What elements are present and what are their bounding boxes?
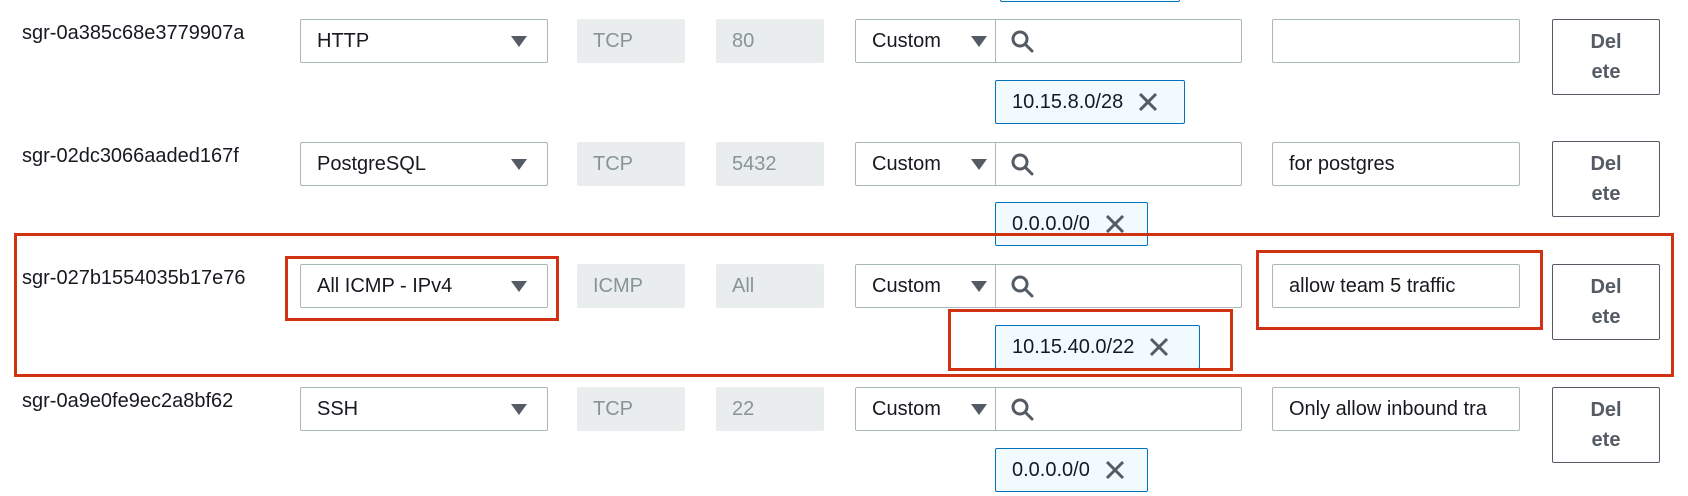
port-range-field: 80 (716, 19, 824, 63)
source-type-value: Custom (872, 397, 941, 420)
source-search-input[interactable] (995, 142, 1242, 186)
highlight-type-box (285, 256, 559, 321)
chevron-down-icon (971, 35, 987, 47)
source-token: 0.0.0.0/0 (995, 448, 1148, 492)
source-type-select[interactable]: Custom (855, 19, 995, 63)
delete-label-line2: ete (1591, 183, 1621, 205)
source-type-select[interactable]: Custom (855, 142, 995, 186)
protocol-field: TCP (577, 142, 685, 186)
source-type-value: Custom (872, 152, 941, 175)
close-icon[interactable] (1137, 91, 1159, 113)
delete-label-line2: ete (1591, 61, 1621, 83)
chevron-down-icon (511, 403, 527, 415)
description-input[interactable]: Only allow inbound tra (1272, 387, 1520, 431)
description-input[interactable]: for postgres (1272, 142, 1520, 186)
delete-label-line1: Del (1590, 399, 1622, 421)
delete-label-line1: Del (1590, 153, 1622, 175)
source-token-label: 0.0.0.0/0 (1012, 458, 1090, 481)
description-input[interactable] (1272, 19, 1520, 63)
rule-id: sgr-02dc3066aaded167f (22, 145, 239, 167)
chevron-down-icon (511, 35, 527, 47)
source-type-select[interactable]: Custom (855, 387, 995, 431)
port-range-field: 22 (716, 387, 824, 431)
rule-id: sgr-0a385c68e3779907a (22, 22, 245, 44)
source-token-partial (1000, 0, 1180, 2)
source-token: 10.15.8.0/28 (995, 80, 1185, 124)
type-select[interactable]: PostgreSQL (300, 142, 548, 186)
type-select-value: PostgreSQL (317, 152, 426, 175)
type-select-value: HTTP (317, 29, 370, 52)
highlight-description-box (1256, 250, 1543, 330)
delete-label-line2: ete (1591, 429, 1621, 451)
chevron-down-icon (971, 158, 987, 170)
search-icon (1011, 30, 1034, 53)
delete-label-line1: Del (1590, 31, 1622, 53)
source-type-value: Custom (872, 29, 941, 52)
type-select[interactable]: HTTP (300, 19, 548, 63)
type-select[interactable]: SSH (300, 387, 548, 431)
type-select-value: SSH (317, 397, 359, 420)
chevron-down-icon (971, 403, 987, 415)
protocol-field: TCP (577, 19, 685, 63)
delete-button[interactable]: Del ete (1552, 387, 1660, 463)
source-search-input[interactable] (995, 19, 1242, 63)
protocol-field: TCP (577, 387, 685, 431)
port-range-field: 5432 (716, 142, 824, 186)
rule-id: sgr-0a9e0fe9ec2a8bf62 (22, 390, 234, 412)
search-icon (1011, 398, 1034, 421)
source-token-label: 10.15.8.0/28 (1012, 90, 1124, 113)
highlight-source-box (948, 309, 1233, 371)
delete-button[interactable]: Del ete (1552, 141, 1660, 217)
chevron-down-icon (511, 158, 527, 170)
close-icon[interactable] (1104, 213, 1126, 235)
delete-button[interactable]: Del ete (1552, 19, 1660, 95)
source-search-input[interactable] (995, 387, 1242, 431)
close-icon[interactable] (1104, 459, 1126, 481)
search-icon (1011, 153, 1034, 176)
